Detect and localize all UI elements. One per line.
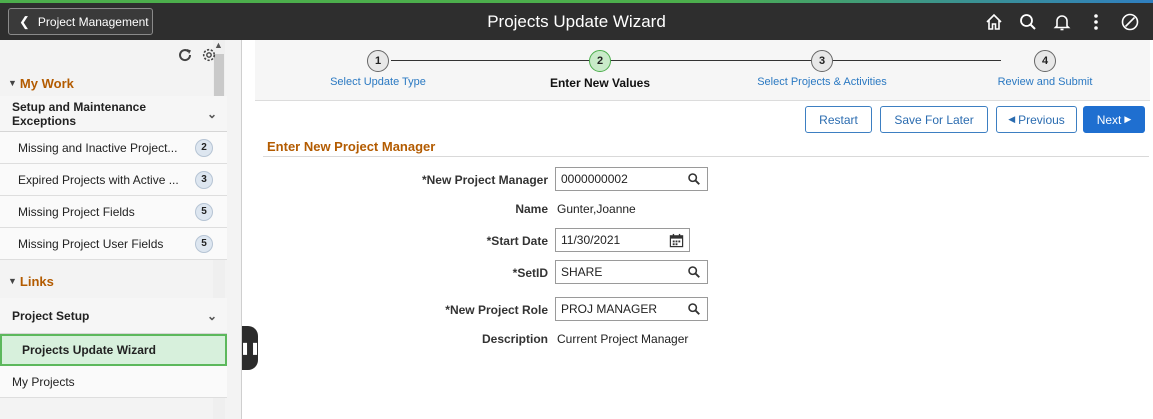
chevron-down-icon: ⌄ [206, 106, 217, 121]
group-project-setup[interactable]: Project Setup ⌄ [0, 298, 227, 334]
step-3[interactable]: 3 Select Projects & Activities [722, 50, 922, 88]
count-badge: 5 [195, 202, 213, 221]
lookup-search-icon[interactable] [686, 264, 702, 280]
actions-menu-icon[interactable] [1079, 7, 1113, 37]
chevron-down-icon: ⌄ [206, 308, 217, 323]
name-value: Gunter,Joanne [557, 202, 636, 216]
chevron-left-icon: ❮ [19, 13, 30, 29]
section-title: Links [19, 273, 54, 289]
next-label: Next [1096, 112, 1122, 127]
nav-item-missing-user-fields[interactable]: Missing Project User Fields 5 [0, 228, 227, 260]
nav-item-my-projects[interactable]: My Projects [0, 366, 227, 398]
new-project-manager-input[interactable]: 0000000002 [555, 167, 708, 191]
save-for-later-button[interactable]: Save For Later [880, 106, 988, 133]
new-project-manager-value: 0000000002 [561, 172, 628, 186]
back-button[interactable]: ❮ Project Management [8, 8, 153, 35]
group-title: Setup and Maintenance Exceptions [12, 99, 147, 128]
new-project-role-input[interactable]: PROJ MANAGER [555, 297, 708, 321]
triangle-left-icon: ◀ [1008, 114, 1016, 124]
nav-item-label: My Projects [12, 374, 75, 389]
setid-value: SHARE [561, 265, 603, 279]
nav-item-missing-inactive[interactable]: Missing and Inactive Project... 2 [0, 132, 227, 164]
step-4[interactable]: 4 Review and Submit [945, 50, 1145, 88]
form-divider [263, 156, 1149, 157]
step-number: 3 [811, 50, 833, 72]
header-actions [977, 7, 1147, 37]
home-icon[interactable] [977, 7, 1011, 37]
step-label: Enter New Values [549, 76, 651, 90]
step-number: 1 [367, 50, 389, 72]
nav-item-label: Missing Project User Fields [18, 236, 164, 251]
save-for-later-label: Save For Later [894, 112, 974, 127]
section-links[interactable]: ▼ Links [0, 268, 227, 294]
section-my-work[interactable]: ▼ My Work [0, 70, 227, 96]
collapse-triangle-icon: ▼ [8, 78, 17, 88]
nav-item-label: Missing and Inactive Project... [18, 140, 178, 155]
nav-item-expired-projects[interactable]: Expired Projects with Active ... 3 [0, 164, 227, 196]
restart-button[interactable]: Restart [805, 106, 872, 133]
main-content: 1 Select Update Type 2 Enter New Values … [243, 40, 1153, 419]
restart-label: Restart [819, 112, 858, 127]
count-badge: 5 [195, 234, 213, 253]
left-navigation-panel: ▲ ▼ My Work Setup and Maintenance Except… [0, 40, 242, 419]
count-badge: 3 [195, 170, 213, 189]
step-train: 1 Select Update Type 2 Enter New Values … [255, 40, 1150, 101]
step-label[interactable]: Select Update Type [278, 76, 478, 88]
bell-icon[interactable] [1045, 7, 1079, 37]
nav-item-projects-update-wizard[interactable]: Projects Update Wizard [0, 334, 227, 366]
start-date-input[interactable]: 11/30/2021 [555, 228, 690, 252]
collapse-triangle-icon: ▼ [8, 276, 17, 286]
navbar-icon[interactable] [1113, 7, 1147, 37]
step-label[interactable]: Review and Submit [945, 76, 1145, 88]
gear-icon[interactable] [201, 47, 217, 63]
new-project-role-value: PROJ MANAGER [561, 302, 658, 316]
calendar-icon[interactable] [668, 232, 684, 248]
nav-item-missing-project-fields[interactable]: Missing Project Fields 5 [0, 196, 227, 228]
step-number: 2 [589, 50, 611, 72]
next-button[interactable]: Next ▶ [1083, 106, 1145, 133]
back-button-label: Project Management [37, 14, 149, 29]
previous-label: Previous [1018, 112, 1065, 127]
step-label[interactable]: Select Projects & Activities [722, 76, 922, 88]
app-header: ❮ Project Management Projects Update Wiz… [0, 3, 1153, 40]
step-2: 2 Enter New Values [500, 50, 700, 90]
nav-item-label: Expired Projects with Active ... [18, 172, 179, 187]
start-date-value: 11/30/2021 [561, 233, 621, 247]
start-date-label: *Start Date [486, 234, 548, 248]
group-setup-maintenance-exceptions[interactable]: Setup and Maintenance Exceptions ⌄ [0, 96, 227, 132]
description-value: Current Project Manager [557, 332, 689, 346]
new-project-role-label: *New Project Role [445, 303, 548, 317]
nav-tools [0, 40, 227, 70]
triangle-right-icon: ▶ [1124, 114, 1132, 124]
form-title: Enter New Project Manager [267, 139, 436, 154]
section-title: My Work [19, 75, 74, 91]
refresh-icon[interactable] [177, 47, 193, 63]
setid-input[interactable]: SHARE [555, 260, 708, 284]
step-1[interactable]: 1 Select Update Type [278, 50, 478, 88]
new-project-manager-label: *New Project Manager [421, 173, 548, 187]
nav-item-label: Missing Project Fields [18, 204, 135, 219]
description-label: Description [481, 332, 548, 346]
setid-label: *SetID [512, 266, 548, 280]
name-label: Name [515, 202, 548, 216]
nav-item-label: Projects Update Wizard [22, 343, 156, 357]
nav-content: ▼ My Work Setup and Maintenance Exceptio… [0, 40, 227, 398]
previous-button[interactable]: ◀ Previous [996, 106, 1077, 133]
search-icon[interactable] [1011, 7, 1045, 37]
step-number: 4 [1034, 50, 1056, 72]
lookup-search-icon[interactable] [686, 301, 702, 317]
count-badge: 2 [195, 138, 213, 157]
group-title: Project Setup [12, 308, 90, 323]
lookup-search-icon[interactable] [686, 171, 702, 187]
